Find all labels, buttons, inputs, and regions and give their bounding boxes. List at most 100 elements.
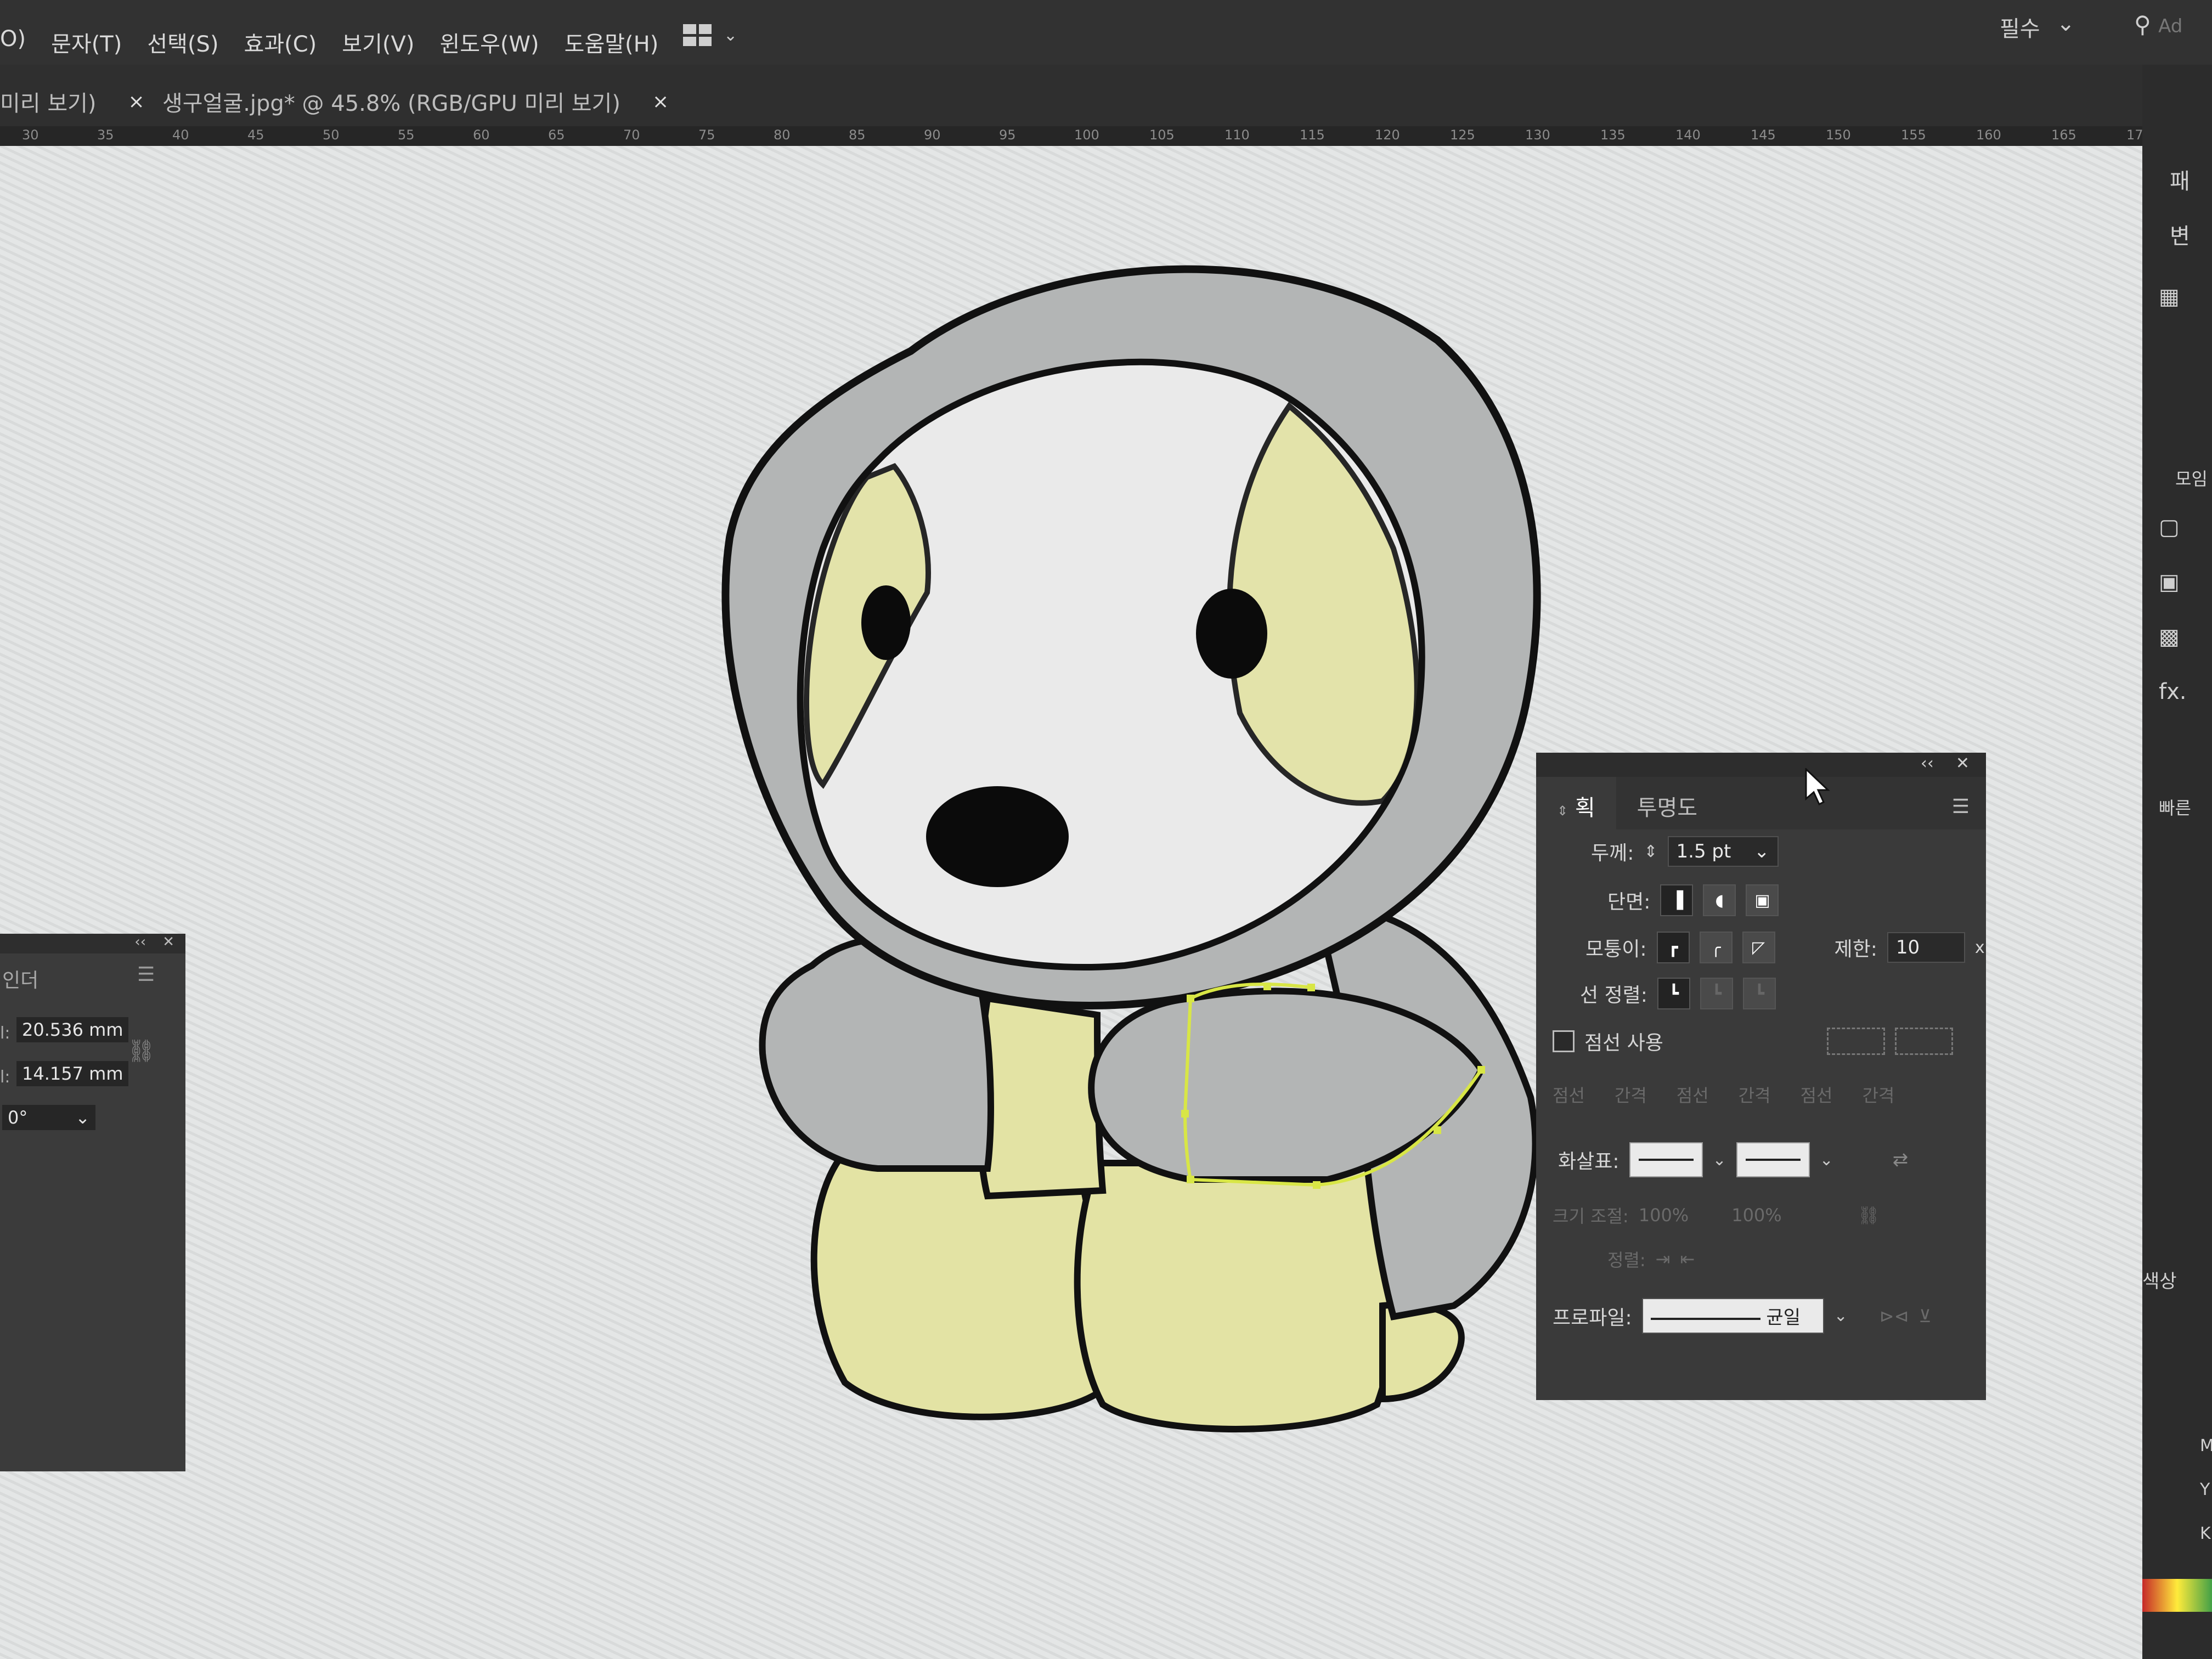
flip-vertical-icon[interactable]: ⊻ (1918, 1306, 1931, 1327)
ruler-tick-label: 40 (172, 127, 189, 143)
search-field[interactable]: ⚲ Ad (2134, 11, 2182, 38)
chevron-down-icon[interactable]: ⌄ (1820, 1150, 1833, 1170)
tab-document[interactable]: 생구얼굴.jpg* @ 45.8% (RGB/GPU 미리 보기) × (162, 86, 669, 117)
tab-stroke-label: 획 (1575, 795, 1595, 821)
stepper-icon[interactable]: ⇕ (1644, 842, 1657, 861)
limit-unit: x (1974, 938, 1985, 957)
limit-label: 제한: (1834, 938, 1877, 961)
fx-icon[interactable]: fx. (2159, 679, 2186, 704)
ruler-tick-label: 140 (1675, 127, 1701, 143)
panel-menu-icon[interactable]: ☰ (1952, 795, 1970, 818)
projecting-cap-button[interactable]: ▣ (1746, 884, 1779, 916)
scale-input-2[interactable]: 100% (1731, 1205, 1781, 1226)
align-outside-button[interactable]: ┗ (1742, 978, 1776, 1009)
profile-select[interactable]: 균일 (1641, 1298, 1824, 1334)
tab-preview[interactable]: 미리 보기) × (0, 86, 145, 117)
chevron-down-icon: ⌄ (2056, 11, 2075, 36)
width-label: l: (0, 1024, 10, 1043)
chevron-down-icon[interactable]: ⌄ (1713, 1150, 1726, 1170)
menu-item-view[interactable]: 보기(V) (342, 26, 414, 58)
dock-label-partial[interactable]: 빠른 (2159, 794, 2191, 820)
scale-input-1[interactable]: 100% (1639, 1205, 1689, 1226)
flip-horizontal-icon[interactable]: ⊳⊲ (1880, 1306, 1909, 1327)
arrange-documents-button[interactable]: ⌄ (683, 24, 737, 46)
mouse-cursor-icon (1805, 768, 1830, 806)
close-icon[interactable]: × (128, 91, 145, 113)
chevron-down-icon[interactable]: ⌄ (1834, 1306, 1848, 1325)
sort-icon: ⇕ (1557, 803, 1568, 819)
round-cap-button[interactable]: ◖ (1703, 884, 1736, 916)
ruler-tick-label: 115 (1300, 127, 1325, 143)
stroke-swatch-icon[interactable]: ▣ (2159, 569, 2180, 595)
color-label-k: K (2200, 1524, 2211, 1543)
ruler-tick-label: 50 (323, 127, 340, 143)
dash-header: 점선 (1553, 1085, 1585, 1106)
ruler-tick-label: 55 (398, 127, 415, 143)
menu-bar: O) 문자(T) 선택(S) 효과(C) 보기(V) 윈도우(W) 도움말(H)… (0, 0, 2212, 65)
close-icon[interactable]: ✕ (162, 934, 174, 953)
transparency-icon[interactable]: ▩ (2159, 624, 2180, 650)
dash-align-corners-button[interactable] (1826, 1028, 1885, 1055)
nose (926, 786, 1069, 887)
collapse-icon[interactable]: ‹‹ (134, 934, 146, 953)
collapse-icon[interactable]: ‹‹ (1921, 754, 1934, 773)
link-icon[interactable]: ⛓ (127, 1038, 155, 1064)
panel-header: ‹‹ ✕ (0, 934, 185, 953)
tab-stroke[interactable]: ⇕ 획 (1536, 777, 1616, 830)
color-spectrum-bar[interactable] (2142, 1579, 2212, 1612)
ruler-tick-label: 100 (1074, 127, 1099, 143)
ruler-tick-label: 70 (623, 127, 640, 143)
ruler-tick-label: 30 (22, 127, 39, 143)
weight-input[interactable]: 1.5 pt ⌄ (1667, 836, 1779, 867)
width-field[interactable]: 20.536 mm (16, 1017, 129, 1042)
limit-input[interactable]: 10 (1887, 932, 1965, 963)
start-arrowhead-select[interactable] (1629, 1142, 1703, 1177)
fill-swatch-icon[interactable]: ▢ (2159, 515, 2180, 540)
align-inside-button[interactable]: ┗ (1700, 978, 1733, 1009)
color-label-m: M (2200, 1436, 2212, 1455)
transform-panel: ‹‹ ✕ 인더 ☰ l: 20.536 mm l: 14.157 mm ⛓ 0°… (0, 934, 185, 1471)
miter-join-button[interactable]: ┏ (1656, 932, 1690, 963)
dock-label-partial[interactable]: 변 (2170, 218, 2190, 250)
height-field[interactable]: 14.157 mm (16, 1061, 129, 1086)
menu-item-help[interactable]: 도움말(H) (565, 26, 659, 58)
arrow-align-end-icon[interactable]: ⇤ (1680, 1249, 1695, 1269)
round-join-button[interactable]: ╭ (1699, 932, 1733, 963)
dock-label-partial[interactable]: 패 (2170, 163, 2190, 195)
dock-label-partial[interactable]: 모임 (2175, 465, 2208, 490)
menu-item-type[interactable]: 문자(T) (51, 26, 122, 58)
panel-menu-icon[interactable]: ☰ (137, 963, 155, 986)
dashed-line-checkbox[interactable] (1553, 1030, 1575, 1052)
ruler-tick-label: 65 (548, 127, 565, 143)
swap-arrows-icon[interactable]: ⇄ (1893, 1149, 1909, 1171)
bevel-join-button[interactable]: ◸ (1742, 932, 1775, 963)
horizontal-ruler[interactable]: 30 35 40 45 50 55 60 65 70 75 80 85 90 95 100 105 110 115… (0, 126, 2156, 146)
chevron-down-icon: ⌄ (724, 25, 738, 45)
angle-field[interactable]: 0° ⌄ (2, 1105, 95, 1130)
height-label: l: (0, 1068, 10, 1087)
menu-item-object[interactable]: O) (0, 26, 26, 58)
dash-preserve-button[interactable] (1894, 1028, 1953, 1055)
color-panel-title[interactable]: 색상 (2142, 1266, 2177, 1293)
arrowheads-label: 화살표: (1558, 1150, 1620, 1173)
menu-item-window[interactable]: 윈도우(W) (439, 26, 539, 58)
link-icon[interactable]: ⛓ (1858, 1205, 1880, 1226)
arrow-align-tip-icon[interactable]: ⇥ (1656, 1249, 1671, 1269)
align-center-button[interactable]: ┗ (1657, 978, 1690, 1009)
tab-label: 미리 보기) (0, 91, 97, 116)
menu-item-select[interactable]: 선택(S) (147, 26, 218, 58)
close-icon[interactable]: ✕ (1956, 754, 1970, 773)
tab-transparency[interactable]: 투명도 (1616, 777, 1718, 830)
grid-icon[interactable]: ▦ (2159, 284, 2180, 309)
color-label-y: Y (2200, 1480, 2210, 1499)
menu-item-effect[interactable]: 효과(C) (244, 26, 317, 58)
end-arrowhead-select[interactable] (1736, 1142, 1810, 1177)
chevron-down-icon: ⌄ (75, 1107, 90, 1128)
left-eye (861, 585, 911, 660)
close-icon[interactable]: × (652, 91, 669, 113)
dash-header: 점선 (1676, 1085, 1709, 1106)
chevron-down-icon[interactable]: ⌄ (1754, 840, 1770, 862)
butt-cap-button[interactable]: ▐ (1660, 884, 1694, 916)
workspace-switcher[interactable]: 필수 ⌄ (2000, 11, 2075, 43)
ruler-tick-label: 155 (1901, 127, 1926, 143)
